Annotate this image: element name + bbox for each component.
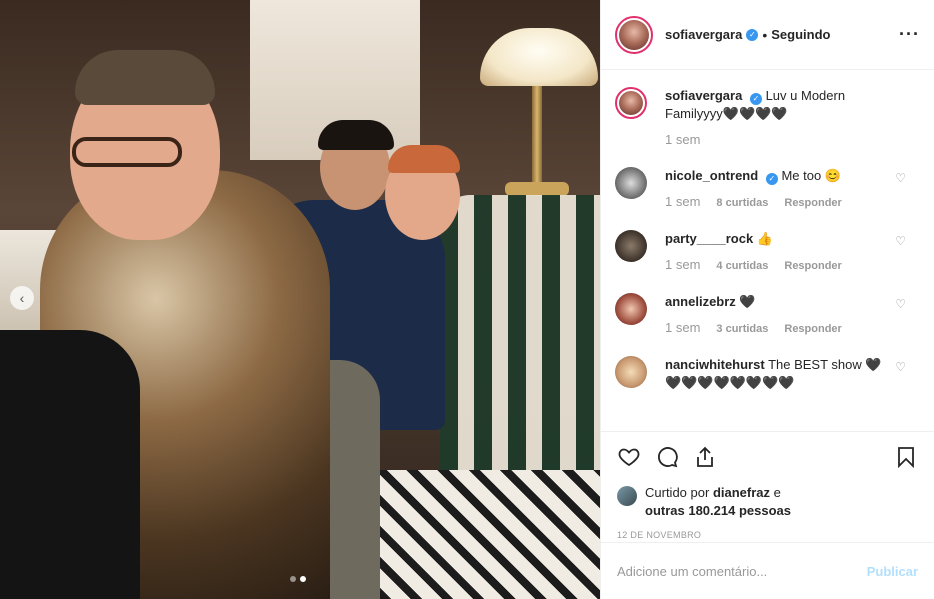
comment-text: 👍 bbox=[756, 231, 773, 246]
glasses bbox=[72, 137, 182, 167]
lamp-stem bbox=[532, 86, 542, 186]
comment-input[interactable] bbox=[617, 563, 867, 579]
comment-likes[interactable]: 4 curtidas bbox=[716, 257, 768, 275]
liker-username[interactable]: dianefraz bbox=[713, 485, 770, 500]
liker-avatar[interactable] bbox=[617, 486, 637, 506]
verified-badge-icon: ✓ bbox=[749, 93, 762, 105]
comment-username[interactable]: nicole_ontrend bbox=[665, 168, 758, 183]
comment-item: annelizebrz 🖤 1 sem 3 curtidas Responder… bbox=[615, 293, 920, 338]
person-right-hair bbox=[388, 145, 460, 173]
comment-time[interactable]: 1 sem bbox=[665, 319, 700, 337]
heart-icon[interactable]: ♡ bbox=[895, 297, 906, 311]
post-photo[interactable]: ‹ bbox=[0, 0, 600, 599]
post-date[interactable]: 12 DE NOVEMBRO bbox=[617, 530, 918, 540]
likes-prefix: Curtido por bbox=[645, 485, 710, 500]
avatar[interactable] bbox=[615, 356, 647, 388]
comment-username[interactable]: nanciwhitehurst bbox=[665, 357, 765, 372]
ellipsis-icon[interactable]: ··· bbox=[899, 24, 920, 45]
avatar[interactable] bbox=[615, 167, 647, 199]
comments-list[interactable]: sofiavergara ✓ Luv u Modern Familyyyy🖤🖤🖤… bbox=[601, 71, 934, 431]
carousel-dot bbox=[290, 576, 296, 582]
carousel-dot-active bbox=[300, 576, 306, 582]
patterned-floor bbox=[360, 470, 600, 599]
foreground-shadow bbox=[0, 330, 140, 599]
comment-username[interactable]: annelizebrz bbox=[665, 294, 736, 309]
avatar[interactable] bbox=[615, 15, 653, 54]
comment-item: nanciwhitehurst The BEST show 🖤🖤🖤🖤🖤🖤🖤🖤🖤 … bbox=[615, 356, 920, 392]
comment-item: nicole_ontrend ✓ Me too 😊 1 sem 8 curtid… bbox=[615, 167, 920, 212]
carousel-prev-button[interactable]: ‹ bbox=[10, 286, 34, 310]
avatar[interactable] bbox=[615, 230, 647, 262]
likes-middle: e bbox=[773, 485, 781, 500]
carousel-indicator bbox=[290, 576, 306, 582]
person-middle-hair bbox=[318, 120, 394, 150]
follow-status-button[interactable]: Seguindo bbox=[771, 27, 830, 42]
reply-button[interactable]: Responder bbox=[784, 194, 841, 212]
likes-summary: Curtido por dianefraz e outras 180.214 p… bbox=[617, 484, 918, 520]
share-icon[interactable] bbox=[693, 445, 717, 469]
publish-button[interactable]: Publicar bbox=[867, 564, 918, 579]
comment-bubble-icon[interactable] bbox=[655, 445, 679, 469]
heart-icon[interactable]: ♡ bbox=[895, 234, 906, 248]
avatar[interactable] bbox=[615, 293, 647, 325]
comment-likes[interactable]: 3 curtidas bbox=[716, 320, 768, 338]
verified-badge-icon: ✓ bbox=[765, 173, 778, 185]
chevron-left-icon: ‹ bbox=[19, 290, 25, 306]
caption: sofiavergara ✓ Luv u Modern Familyyyy🖤🖤🖤… bbox=[615, 87, 920, 149]
comment-text: 🖤 bbox=[739, 294, 756, 309]
post-header: sofiavergara ✓ • Seguindo ··· bbox=[601, 0, 934, 70]
comment-likes[interactable]: 8 curtidas bbox=[716, 194, 768, 212]
separator-dot: • bbox=[762, 26, 768, 43]
add-comment-bar: Publicar bbox=[601, 542, 934, 599]
bookmark-icon[interactable] bbox=[894, 445, 918, 469]
caption-time[interactable]: 1 sem bbox=[665, 131, 700, 149]
person-front-hair bbox=[75, 50, 215, 105]
comment-time[interactable]: 1 sem bbox=[665, 193, 700, 211]
comment-text: Me too 😊 bbox=[781, 168, 841, 183]
lamp-base bbox=[505, 182, 569, 196]
tiled-counter bbox=[440, 195, 600, 495]
comment-username[interactable]: party____rock bbox=[665, 231, 753, 246]
post-username[interactable]: sofiavergara bbox=[665, 27, 742, 42]
like-heart-icon[interactable] bbox=[617, 445, 641, 469]
reply-button[interactable]: Responder bbox=[784, 257, 841, 275]
post-actions: Curtido por dianefraz e outras 180.214 p… bbox=[601, 431, 934, 540]
caption-username[interactable]: sofiavergara bbox=[665, 88, 742, 103]
heart-icon[interactable]: ♡ bbox=[895, 171, 906, 185]
comment-item: party____rock 👍 1 sem 4 curtidas Respond… bbox=[615, 230, 920, 275]
likes-others[interactable]: outras 180.214 pessoas bbox=[645, 503, 791, 518]
comment-time[interactable]: 1 sem bbox=[665, 256, 700, 274]
heart-icon[interactable]: ♡ bbox=[895, 360, 906, 374]
verified-badge-icon: ✓ bbox=[746, 28, 759, 41]
reply-button[interactable]: Responder bbox=[784, 320, 841, 338]
post-panel: sofiavergara ✓ • Seguindo ··· sofiaverga… bbox=[600, 0, 934, 599]
avatar[interactable] bbox=[615, 87, 647, 119]
